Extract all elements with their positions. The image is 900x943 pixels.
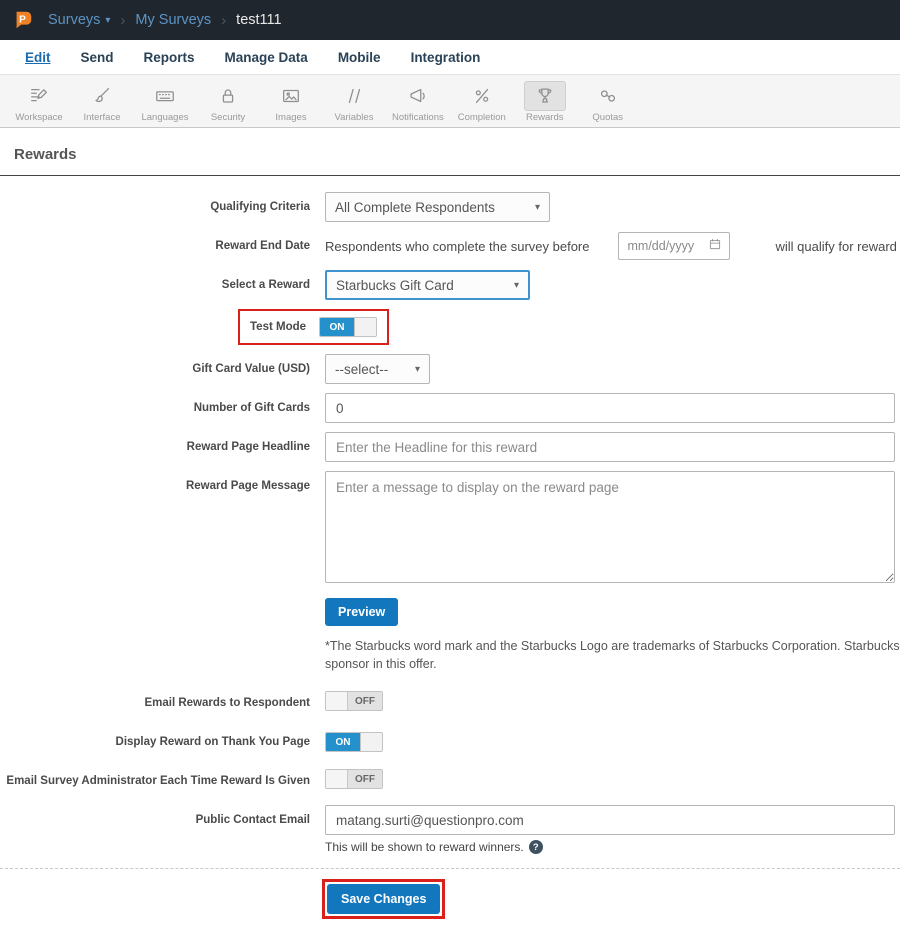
toolbar-item-quotas[interactable]: Quotas (583, 81, 633, 123)
gift-card-value-label: Gift Card Value (USD) (192, 363, 310, 375)
toolbar-item-interface[interactable]: Interface (77, 81, 127, 123)
edit-toolbar: Workspace Interface Languages Security I… (0, 75, 900, 128)
email-rewards-toggle[interactable]: OFF (325, 691, 383, 711)
security-lock-icon (207, 81, 249, 111)
contact-email-helper-text: This will be shown to reward winners. (325, 840, 524, 854)
public-contact-email-label: Public Contact Email (195, 814, 310, 826)
toolbar-item-completion[interactable]: Completion (457, 81, 507, 123)
questionpro-logo-icon: P (16, 11, 32, 29)
notifications-megaphone-icon (397, 81, 439, 111)
save-changes-button[interactable]: Save Changes (327, 884, 441, 914)
questionpro-logo[interactable]: P (12, 9, 34, 31)
dashed-divider (0, 868, 900, 869)
quotas-links-icon (587, 81, 629, 111)
toggle-on-label: ON (320, 318, 355, 336)
breadcrumb-separator-icon: › (221, 11, 227, 29)
select-reward-select[interactable]: Starbucks Gift Card ▾ (325, 270, 530, 300)
tab-mobile[interactable]: Mobile (338, 50, 381, 65)
help-icon[interactable]: ? (528, 840, 543, 854)
toolbar-item-security[interactable]: Security (203, 81, 253, 123)
preview-button[interactable]: Preview (325, 598, 399, 626)
reward-end-date-field[interactable] (617, 232, 730, 260)
tab-send[interactable]: Send (81, 50, 114, 65)
breadcrumb-separator-icon: › (120, 11, 126, 29)
test-mode-toggle[interactable]: ON (319, 317, 378, 337)
public-contact-email-input[interactable] (325, 805, 895, 835)
chevron-down-icon: ▾ (534, 201, 540, 213)
breadcrumb-my-surveys[interactable]: My Surveys (135, 12, 211, 28)
email-admin-label: Email Survey Administrator Each Time Rew… (6, 775, 310, 787)
test-mode-annotation-box: Test Mode ON (238, 309, 390, 345)
number-of-gift-cards-label: Number of Gift Cards (193, 402, 310, 414)
toggle-knob (326, 770, 348, 788)
reward-page-headline-input[interactable] (325, 432, 895, 462)
workspace-icon (18, 81, 60, 111)
topbar: P Surveys ▾ › My Surveys › test111 (0, 0, 900, 40)
breadcrumb-surveys-label: Surveys (48, 12, 101, 28)
reward-end-date-suffix: will qualify for reward (775, 238, 897, 254)
toggle-knob (326, 692, 348, 710)
tab-edit[interactable]: Edit (25, 50, 51, 65)
svg-text:P: P (19, 14, 26, 25)
select-reward-value: Starbucks Gift Card (336, 277, 454, 293)
tab-reports[interactable]: Reports (144, 50, 195, 65)
number-of-gift-cards-input[interactable] (325, 393, 895, 423)
toolbar-item-rewards[interactable]: Rewards (520, 81, 570, 123)
starbucks-disclaimer: *The Starbucks word mark and the Starbuc… (325, 639, 900, 671)
title-divider (0, 175, 900, 176)
save-annotation-box: Save Changes (322, 879, 446, 919)
interface-icon (81, 81, 123, 111)
toolbar-item-images[interactable]: Images (266, 81, 316, 123)
toolbar-item-notifications[interactable]: Notifications (392, 81, 444, 123)
images-icon (270, 81, 312, 111)
breadcrumb-surveys[interactable]: Surveys ▾ (48, 12, 110, 28)
select-reward-label: Select a Reward (221, 279, 310, 291)
toggle-off-label: OFF (348, 692, 382, 710)
empty-label (0, 636, 325, 645)
toolbar-item-workspace[interactable]: Workspace (14, 81, 64, 123)
page-title: Rewards (14, 146, 77, 163)
test-mode-label: Test Mode (250, 321, 307, 333)
toolbar-item-languages[interactable]: Languages (140, 81, 190, 123)
completion-percent-icon (461, 81, 503, 111)
toggle-knob (354, 318, 377, 336)
display-reward-toggle[interactable]: ON (325, 732, 383, 753)
qualifying-criteria-value: All Complete Respondents (335, 199, 495, 215)
gift-card-value-select[interactable]: --select-- ▾ (325, 354, 430, 384)
chevron-down-icon: ▾ (105, 14, 111, 26)
email-rewards-label: Email Rewards to Respondent (144, 697, 310, 709)
qualifying-criteria-select[interactable]: All Complete Respondents ▾ (325, 192, 550, 222)
reward-page-headline-label: Reward Page Headline (186, 441, 310, 453)
display-reward-label: Display Reward on Thank You Page (115, 736, 310, 748)
tab-integration[interactable]: Integration (411, 50, 481, 65)
survey-tabs: Edit Send Reports Manage Data Mobile Int… (0, 40, 900, 75)
chevron-down-icon: ▾ (513, 279, 519, 291)
tab-manage-data[interactable]: Manage Data (225, 50, 308, 65)
chevron-down-icon: ▾ (414, 363, 420, 375)
variables-icon (333, 81, 375, 111)
toggle-knob (360, 733, 382, 752)
languages-icon (144, 81, 186, 111)
reward-page-message-textarea[interactable] (325, 471, 895, 583)
qualifying-criteria-label: Qualifying Criteria (210, 201, 310, 213)
toolbar-item-variables[interactable]: Variables (329, 81, 379, 123)
reward-end-date-input[interactable] (625, 238, 700, 254)
calendar-icon[interactable] (708, 237, 722, 256)
breadcrumb-current-survey: test111 (236, 12, 282, 28)
reward-end-date-label: Reward End Date (215, 240, 310, 252)
reward-page-message-label: Reward Page Message (185, 480, 310, 492)
toggle-on-label: ON (326, 733, 360, 752)
gift-card-value-value: --select-- (335, 361, 389, 377)
email-admin-toggle[interactable]: OFF (325, 769, 383, 789)
rewards-trophy-icon (523, 81, 566, 111)
toggle-off-label: OFF (348, 770, 382, 788)
reward-end-date-prefix: Respondents who complete the survey befo… (325, 238, 590, 254)
rewards-page: Rewards Qualifying Criteria All Complete… (0, 146, 900, 919)
